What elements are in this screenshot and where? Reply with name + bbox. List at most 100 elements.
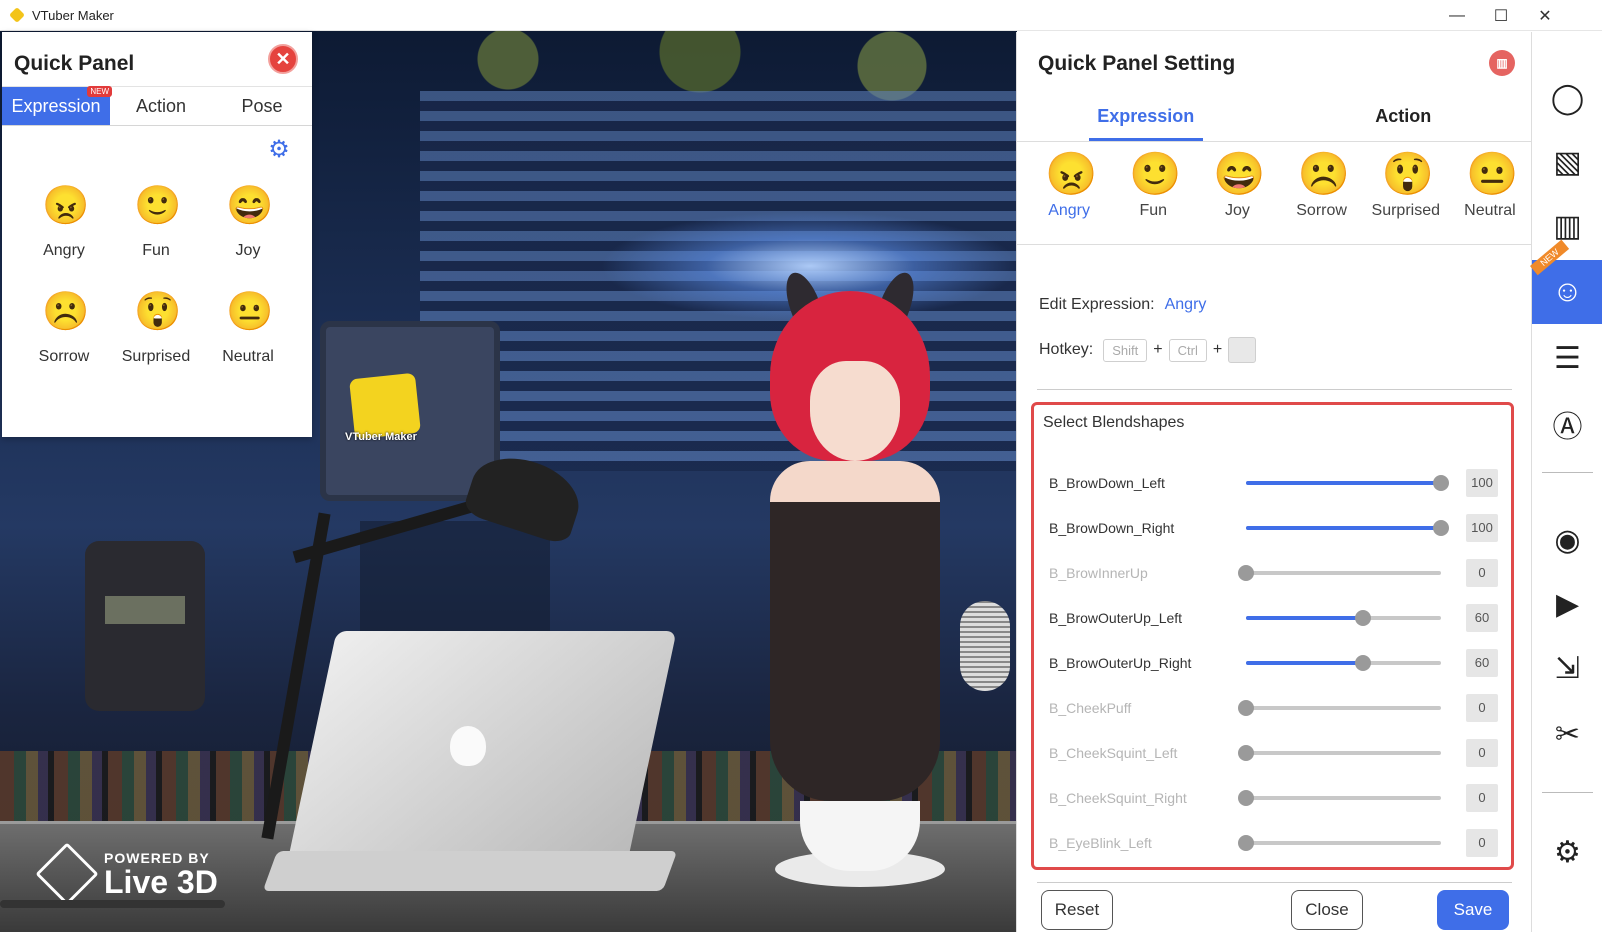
close-window-button[interactable]: ✕ (1522, 0, 1568, 31)
blendshape-name: B_CheekPuff (1049, 699, 1132, 716)
blendshape-name: B_BrowInnerUp (1049, 564, 1148, 581)
save-button[interactable]: Save (1437, 890, 1509, 930)
blendshape-slider[interactable] (1238, 834, 1441, 851)
blendshape-name: B_EyeBlink_Left (1049, 834, 1152, 851)
hotkey-key-input[interactable] (1228, 337, 1257, 363)
blendshape-name: B_BrowOuterUp_Right (1049, 654, 1192, 671)
quick-expression-fun[interactable]: 🙂 Fun (110, 184, 202, 260)
blendshape-slider[interactable] (1238, 699, 1441, 716)
quick-expression-joy[interactable]: 😄 Joy (202, 184, 294, 260)
expression-angry[interactable]: 😠 Angry (1027, 150, 1111, 220)
chat-panel-icon-glyph: ▥ (1553, 209, 1582, 243)
scissors-icon[interactable]: ✂ (1532, 702, 1602, 766)
blendshape-value-input[interactable]: 60 (1466, 648, 1498, 677)
tv-icon-glyph: ▶ (1555, 587, 1580, 621)
sorrow-face-icon: ☹️ (1297, 150, 1350, 197)
list-icon-glyph: ☰ (1554, 341, 1581, 375)
live3d-cube-icon (35, 842, 99, 906)
live3d-text: Live 3D (104, 864, 218, 900)
quick-panel-close-button[interactable]: ✕ (268, 44, 298, 74)
slider-handle[interactable] (1238, 699, 1254, 716)
powered-by-watermark: POWERED BY Live 3D (35, 842, 218, 906)
quick-expression-surprised[interactable]: 😲 Surprised (110, 290, 202, 366)
blendshape-slider[interactable] (1246, 654, 1441, 671)
tab-label: Pose (241, 95, 283, 116)
pin-panel-icon[interactable]: ▥ (1489, 50, 1515, 76)
blendshape-value-input[interactable]: 0 (1466, 738, 1498, 767)
alarm-clock (85, 541, 205, 711)
blendshape-value-input[interactable]: 100 (1466, 513, 1498, 542)
blendshape-value-input[interactable]: 0 (1466, 828, 1498, 857)
minimize-button[interactable]: — (1434, 0, 1480, 31)
quick-expression-angry[interactable]: 😠 Angry (18, 184, 110, 260)
user-icon[interactable]: ◯ (1532, 66, 1602, 130)
blendshape-slider[interactable] (1246, 609, 1441, 626)
expression-sorrow[interactable]: ☹️ Sorrow (1280, 150, 1364, 220)
face-expression-icon[interactable]: ☺ NEW (1530, 239, 1602, 324)
blendshape-slider[interactable] (1246, 474, 1449, 491)
tv-icon[interactable]: ▶ (1532, 572, 1602, 636)
tab-pose[interactable]: Pose (212, 87, 312, 125)
blendshape-value-input[interactable]: 100 (1466, 468, 1498, 497)
gear-icon[interactable]: ⚙ (266, 137, 292, 163)
blendshape-name: B_BrowDown_Right (1049, 519, 1175, 536)
blendshape-slider[interactable] (1238, 564, 1441, 581)
expression-label: Neutral (222, 348, 274, 365)
expression-fun[interactable]: 🙂 Fun (1111, 150, 1195, 220)
microphone (960, 601, 1010, 691)
quick-panel-setting: Quick Panel Setting ▥ Expression Action … (1016, 32, 1533, 932)
ai-icon[interactable]: Ⓐ (1532, 392, 1602, 456)
tab-label: Expression (11, 95, 101, 116)
quick-expression-sorrow[interactable]: ☹️ Sorrow (18, 290, 110, 366)
scroll-indicator[interactable] (0, 900, 225, 908)
slider-handle[interactable] (1238, 564, 1254, 581)
expression-neutral[interactable]: 😐 Neutral (1448, 150, 1532, 220)
tab-expression[interactable]: Expression NEW (2, 86, 112, 125)
list-icon[interactable]: ☰ (1532, 326, 1602, 390)
slider-handle[interactable] (1433, 474, 1449, 491)
close-button[interactable]: Close (1291, 890, 1363, 930)
title-bar: VTuber Maker — ☐ ✕ (0, 0, 1602, 31)
tab-action[interactable]: Action (110, 87, 212, 125)
joy-face-icon: 😄 (226, 185, 274, 227)
edit-expression-label: Edit Expression: (1039, 296, 1155, 313)
slider-handle[interactable] (1433, 519, 1449, 536)
blendshape-name: B_CheekSquint_Right (1049, 789, 1187, 806)
hotkey-ctrl-key[interactable]: Ctrl (1168, 338, 1207, 362)
angry-face-icon: 😠 (42, 185, 90, 227)
expression-label: Joy (235, 242, 261, 259)
divider (1037, 882, 1512, 883)
joy-face-icon: 😄 (1213, 150, 1266, 197)
slider-handle[interactable] (1355, 609, 1371, 626)
slider-handle[interactable] (1238, 834, 1254, 851)
blendshape-slider[interactable] (1238, 789, 1441, 806)
quick-expression-neutral[interactable]: 😐 Neutral (202, 290, 294, 366)
settings-gear-icon[interactable]: ⚙ (1532, 820, 1602, 884)
maximize-button[interactable]: ☐ (1478, 0, 1524, 31)
settings-panel-title: Quick Panel Setting (1038, 52, 1236, 75)
reset-button[interactable]: Reset (1041, 890, 1113, 930)
blendshape-value-input[interactable]: 0 (1466, 693, 1498, 722)
webcam-icon[interactable]: ◉ (1532, 508, 1602, 572)
expression-joy[interactable]: 😄 Joy (1195, 150, 1279, 220)
slider-handle[interactable] (1355, 654, 1371, 671)
blendshape-value-input[interactable]: 0 (1466, 558, 1498, 587)
expression-surprised[interactable]: 😲 Surprised (1364, 150, 1448, 220)
fun-face-icon: 🙂 (134, 185, 182, 227)
slider-handle[interactable] (1238, 789, 1254, 806)
tab-expression[interactable]: Expression (1017, 92, 1275, 141)
blendshape-slider[interactable] (1246, 519, 1449, 536)
blendshape-row: B_BrowDown_Left 100 (1034, 460, 1511, 505)
tab-label: Expression (1097, 106, 1195, 126)
blendshape-value-input[interactable]: 0 (1466, 783, 1498, 812)
blendshape-slider[interactable] (1238, 744, 1441, 761)
blendshape-list[interactable]: B_BrowDown_Left 100 B_BrowDown_Right 100 B_B… (1034, 460, 1511, 865)
tab-action[interactable]: Action (1275, 92, 1533, 141)
blendshape-name: B_BrowOuterUp_Left (1049, 609, 1183, 626)
minimize-window-icon[interactable]: ⇲ (1532, 636, 1602, 700)
blendshape-value-input[interactable]: 60 (1466, 603, 1498, 632)
hotkey-shift-key[interactable]: Shift (1103, 338, 1148, 362)
slider-handle[interactable] (1238, 744, 1254, 761)
avatar-face (810, 361, 900, 461)
image-icon[interactable]: ▧ (1532, 130, 1602, 194)
